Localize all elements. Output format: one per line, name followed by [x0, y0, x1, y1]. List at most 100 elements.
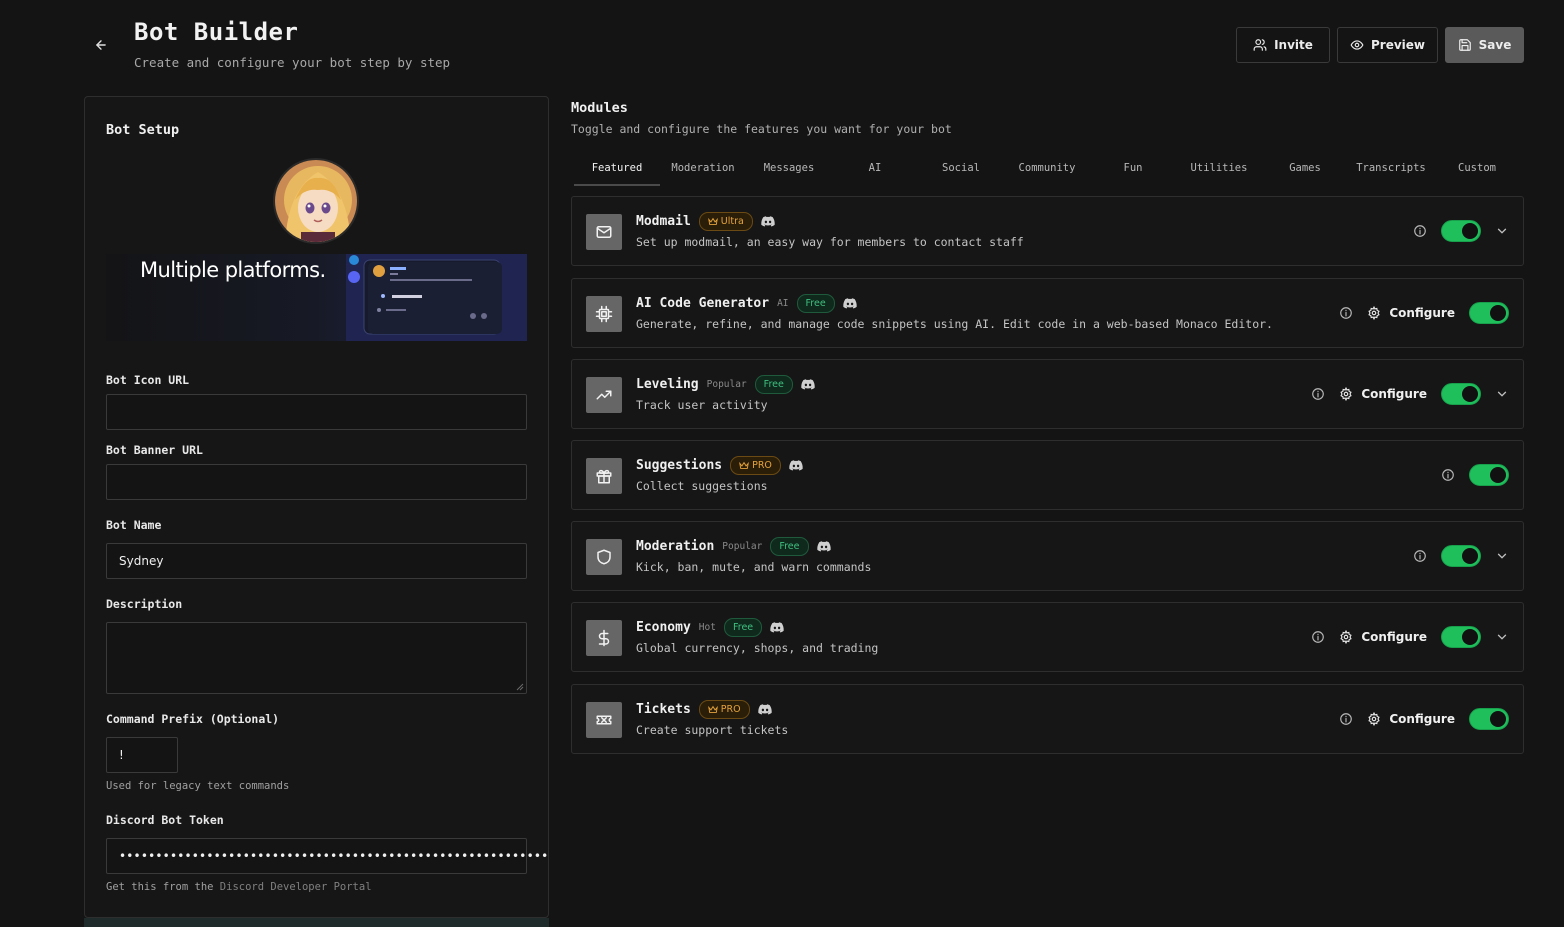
module-icon: [586, 296, 622, 332]
command-prefix-label: Command Prefix (Optional): [106, 712, 280, 726]
preview-label: Preview: [1370, 38, 1425, 52]
info-icon[interactable]: [1311, 387, 1325, 401]
save-icon: [1458, 39, 1471, 51]
module-toggle[interactable]: [1441, 626, 1481, 648]
bot-banner-url-label: Bot Banner URL: [106, 443, 203, 457]
developer-portal-link[interactable]: Discord Developer Portal: [220, 881, 372, 893]
configure-button[interactable]: Configure: [1339, 387, 1427, 401]
tab-messages[interactable]: Messages: [746, 158, 832, 186]
module-name: Economy: [636, 620, 691, 635]
discord-icon: [816, 541, 831, 552]
module-header: Leveling Popular Free: [636, 375, 815, 394]
module-toggle[interactable]: [1469, 708, 1509, 730]
gear-icon: [1340, 387, 1352, 401]
preview-button[interactable]: Preview: [1337, 27, 1438, 63]
cpu-icon: [595, 305, 613, 323]
module-description: Set up modmail, an easy way for members …: [636, 235, 1024, 249]
tab-ai[interactable]: AI: [832, 158, 918, 186]
module-controls: Configure: [1311, 603, 1509, 671]
back-button[interactable]: [92, 36, 110, 54]
tab-games[interactable]: Games: [1262, 158, 1348, 186]
tab-moderation[interactable]: Moderation: [660, 158, 746, 186]
chevron-down-icon[interactable]: [1495, 387, 1509, 401]
invite-button[interactable]: Invite: [1236, 27, 1330, 63]
module-controls: [1413, 197, 1509, 265]
info-icon[interactable]: [1413, 224, 1427, 238]
discord-icon: [801, 379, 815, 390]
module-tag: AI: [777, 298, 789, 309]
module-header: Modmail Ultra: [636, 212, 775, 231]
resize-grip-icon[interactable]: [516, 683, 524, 691]
bot-avatar[interactable]: [273, 158, 359, 244]
configure-button[interactable]: Configure: [1339, 630, 1427, 644]
module-card: Moderation Popular Free Kick, ban, mute,…: [571, 521, 1524, 591]
module-header: Economy Hot Free: [636, 618, 784, 637]
info-icon[interactable]: [1441, 468, 1455, 482]
info-icon[interactable]: [1413, 549, 1427, 563]
users-icon: [1253, 39, 1267, 51]
gear-icon: [1340, 630, 1352, 644]
module-name: Modmail: [636, 214, 691, 229]
module-badge: Free: [770, 537, 809, 556]
module-badge: PRO: [730, 456, 781, 475]
module-badge: Free: [723, 618, 763, 637]
tab-featured[interactable]: Featured: [574, 158, 660, 186]
info-icon[interactable]: [1339, 712, 1353, 726]
module-badge-label: Free: [779, 541, 800, 552]
trending-up-icon: [596, 390, 612, 400]
tab-fun[interactable]: Fun: [1090, 158, 1176, 186]
info-icon[interactable]: [1311, 630, 1325, 644]
bot-token-input[interactable]: ••••••••••••••••••••••••••••••••••••••••…: [106, 838, 548, 874]
toggle-knob: [1462, 386, 1478, 402]
module-card: Economy Hot Free Global currency, shops,…: [571, 602, 1524, 672]
module-card: Modmail Ultra Set up modmail, an easy wa…: [571, 196, 1524, 266]
configure-label: Configure: [1389, 306, 1455, 320]
bot-icon-url-label: Bot Icon URL: [106, 373, 190, 387]
module-toggle[interactable]: [1441, 545, 1481, 567]
module-name: Tickets: [636, 702, 691, 717]
modules-subtitle: Toggle and configure the features you wa…: [571, 122, 952, 136]
configure-button[interactable]: Configure: [1367, 712, 1455, 726]
module-controls: Configure: [1311, 360, 1509, 428]
tab-social[interactable]: Social: [918, 158, 1004, 186]
bot-name-input[interactable]: Sydney: [106, 543, 527, 579]
chevron-down-icon[interactable]: [1495, 549, 1509, 563]
info-icon[interactable]: [1339, 306, 1353, 320]
tab-transcripts[interactable]: Transcripts: [1348, 158, 1434, 186]
module-description: Track user activity: [636, 398, 768, 412]
module-toggle[interactable]: [1469, 464, 1509, 486]
module-icon: [586, 458, 622, 494]
module-card: Tickets PRO Create support tickets Confi…: [571, 684, 1524, 754]
command-prefix-hint: Used for legacy text commands: [106, 780, 290, 792]
module-toggle[interactable]: [1441, 220, 1481, 242]
module-controls: [1413, 522, 1509, 590]
shield-icon: [597, 549, 611, 565]
save-label: Save: [1478, 38, 1512, 52]
module-badge-label: Ultra: [720, 216, 744, 227]
bot-icon-url-input[interactable]: [106, 394, 527, 430]
chevron-down-icon[interactable]: [1495, 630, 1509, 644]
tab-custom[interactable]: Custom: [1434, 158, 1520, 186]
tab-community[interactable]: Community: [1004, 158, 1090, 186]
modules-title: Modules: [571, 100, 628, 116]
toggle-knob: [1490, 467, 1506, 483]
discord-icon: [770, 622, 784, 633]
module-header: Tickets PRO: [636, 700, 772, 719]
module-icon: [586, 539, 622, 575]
chevron-down-icon[interactable]: [1495, 224, 1509, 238]
description-textarea[interactable]: [106, 622, 527, 694]
module-description: Create support tickets: [636, 723, 789, 737]
arrow-left-icon: [96, 40, 106, 50]
bot-name-label: Bot Name: [106, 518, 162, 532]
configure-button[interactable]: Configure: [1367, 306, 1455, 320]
module-toggle[interactable]: [1469, 302, 1509, 324]
bot-banner-url-input[interactable]: [106, 464, 527, 500]
module-name: AI Code Generator: [636, 296, 770, 311]
module-icon: [586, 620, 622, 656]
configure-label: Configure: [1389, 712, 1455, 726]
module-controls: Configure: [1339, 685, 1509, 753]
save-button[interactable]: Save: [1445, 27, 1524, 63]
module-toggle[interactable]: [1441, 383, 1481, 405]
tab-utilities[interactable]: Utilities: [1176, 158, 1262, 186]
command-prefix-input[interactable]: !: [106, 737, 178, 773]
